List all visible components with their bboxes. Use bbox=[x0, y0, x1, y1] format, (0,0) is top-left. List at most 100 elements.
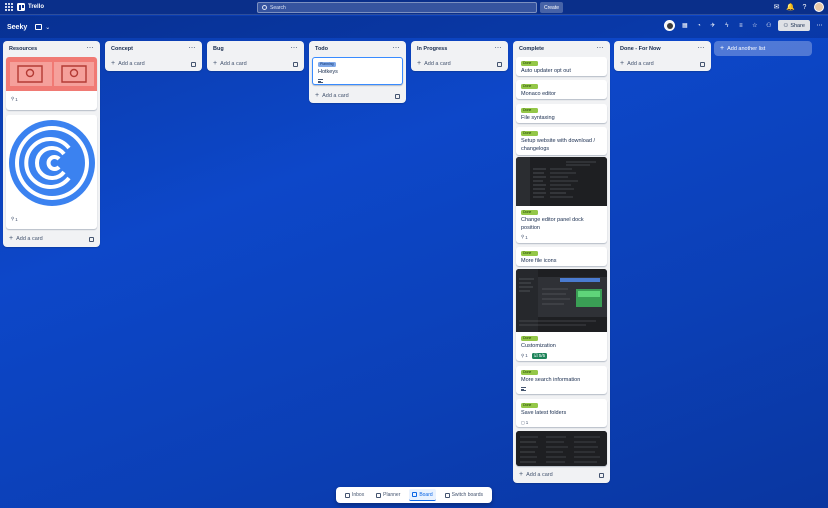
add-card-button[interactable]: + Add a card bbox=[213, 60, 247, 67]
board-button[interactable]: Board bbox=[409, 489, 436, 501]
add-card-label: Add a card bbox=[526, 472, 553, 478]
add-card-button[interactable]: + Add a card bbox=[620, 60, 654, 67]
checklist-badge: ☑ 5/5 bbox=[531, 352, 548, 359]
attachment-badge: ⚲ 1 bbox=[11, 96, 18, 102]
card-label: Done bbox=[521, 131, 538, 136]
search-input[interactable]: Search bbox=[257, 2, 537, 13]
list-menu-icon[interactable]: ⋯ bbox=[698, 45, 706, 52]
add-card-row: + Add a card bbox=[3, 232, 100, 246]
card[interactable] bbox=[516, 431, 607, 466]
card-template-icon[interactable] bbox=[191, 61, 196, 67]
search-placeholder: Search bbox=[270, 4, 286, 11]
switch-boards-button[interactable]: Switch boards bbox=[442, 489, 486, 501]
filter-icon[interactable]: ≡ bbox=[736, 21, 745, 30]
create-button[interactable]: Create bbox=[540, 2, 563, 13]
card-template-icon[interactable] bbox=[497, 61, 502, 67]
share-button[interactable]: ⚇ Share bbox=[778, 20, 810, 31]
board-label: Board bbox=[419, 491, 433, 498]
planner-label: Planner bbox=[383, 492, 401, 498]
add-card-button[interactable]: + Add a card bbox=[315, 92, 349, 99]
bell-icon[interactable]: ◔ bbox=[694, 21, 703, 30]
inbox-label: Inbox bbox=[351, 492, 365, 498]
user-avatar[interactable] bbox=[814, 2, 824, 12]
card-cover-image bbox=[6, 115, 97, 211]
add-card-button[interactable]: + Add a card bbox=[417, 60, 451, 67]
add-another-list-button[interactable]: + Add another list bbox=[714, 41, 812, 56]
feedback-icon[interactable]: ✉ bbox=[772, 3, 781, 12]
card-title: Monaco editor bbox=[521, 91, 556, 97]
help-icon[interactable]: ? bbox=[800, 3, 809, 12]
add-card-button[interactable]: + Add a card bbox=[519, 471, 553, 478]
list-title[interactable]: Concept bbox=[111, 46, 133, 52]
list-title[interactable]: Complete bbox=[519, 46, 544, 52]
plus-icon: + bbox=[417, 60, 422, 67]
calendar-icon[interactable]: ▦ bbox=[680, 21, 689, 30]
board-title[interactable]: Seeky bbox=[7, 24, 27, 31]
board-view-icon bbox=[35, 24, 43, 30]
attachment-count: 1 bbox=[525, 353, 528, 358]
card[interactable]: Done More search information bbox=[516, 366, 607, 394]
calendar-icon bbox=[376, 492, 382, 498]
more-options-icon[interactable]: ⋯ bbox=[815, 21, 824, 30]
workspace-visibility-icon[interactable]: ⚇ bbox=[764, 21, 773, 30]
list-menu-icon[interactable]: ⋯ bbox=[597, 45, 605, 52]
list-title[interactable]: Done - For Now bbox=[620, 46, 661, 52]
add-card-button[interactable]: + Add a card bbox=[9, 235, 43, 242]
attachment-badge: ⚲ 1 bbox=[521, 353, 528, 359]
trello-logo[interactable]: Trello bbox=[17, 3, 44, 11]
card-label: Done bbox=[521, 210, 538, 215]
plus-icon: + bbox=[315, 92, 320, 99]
card-label: Done bbox=[521, 84, 538, 89]
power-ups-icon[interactable]: ✈ bbox=[708, 21, 717, 30]
attachment-count: 1 bbox=[15, 96, 18, 102]
list-menu-icon[interactable]: ⋯ bbox=[291, 45, 299, 52]
planner-button[interactable]: Planner bbox=[373, 489, 403, 501]
card-title: Setup website with download / changelogs bbox=[521, 138, 595, 152]
card-title: File syntaxing bbox=[521, 115, 555, 121]
card-template-icon[interactable] bbox=[700, 61, 705, 67]
card[interactable]: ⚲ 1 bbox=[6, 57, 97, 110]
card-cover-image bbox=[516, 269, 607, 332]
list-menu-icon[interactable]: ⋯ bbox=[189, 45, 197, 52]
list-title[interactable]: Resources bbox=[9, 46, 37, 52]
paperclip-icon: ⚲ bbox=[521, 352, 525, 358]
app-switcher-icon[interactable] bbox=[4, 2, 14, 12]
member-avatar[interactable] bbox=[664, 20, 676, 31]
inbox-button[interactable]: Inbox bbox=[342, 489, 367, 501]
top-navigation-bar: Trello Search Create ✉ 🔔 ? bbox=[0, 0, 828, 15]
paperclip-icon: ⚲ bbox=[11, 216, 15, 221]
card[interactable]: Done Setup website with download / chang… bbox=[516, 127, 607, 155]
app-name: Trello bbox=[28, 4, 45, 10]
add-card-row: + Add a card bbox=[614, 57, 711, 71]
card[interactable]: Done Customization ⚲ 1 ☑ 5/5 bbox=[516, 269, 607, 361]
card[interactable]: Done Change editor panel dock position ⚲… bbox=[516, 157, 607, 243]
card-template-icon[interactable] bbox=[293, 61, 298, 67]
list-title[interactable]: Todo bbox=[315, 46, 328, 52]
card-title: Hotkeys bbox=[318, 69, 338, 75]
card[interactable]: Done File syntaxing bbox=[516, 104, 607, 123]
list-menu-icon[interactable]: ⋯ bbox=[87, 45, 95, 52]
list-title[interactable]: In Progress bbox=[417, 46, 447, 52]
card[interactable]: Done Auto updater opt out bbox=[516, 57, 607, 76]
star-icon[interactable]: ☆ bbox=[750, 21, 759, 30]
card[interactable]: Done Monaco editor bbox=[516, 80, 607, 99]
card[interactable]: ⚲ 1 bbox=[6, 115, 97, 229]
plus-icon: + bbox=[720, 44, 725, 52]
list-menu-icon[interactable]: ⋯ bbox=[495, 45, 503, 52]
switch-boards-label: Switch boards bbox=[451, 492, 483, 498]
add-card-label: Add a card bbox=[118, 61, 145, 67]
card-template-icon[interactable] bbox=[89, 236, 94, 242]
add-card-button[interactable]: + Add a card bbox=[111, 60, 145, 67]
notifications-icon[interactable]: 🔔 bbox=[786, 3, 795, 12]
card-template-icon[interactable] bbox=[395, 93, 400, 99]
board-view-switcher[interactable]: ⌄ bbox=[35, 24, 50, 31]
card[interactable]: Done Save latest folders ◻ 1 bbox=[516, 399, 607, 427]
card[interactable]: Done More file icons bbox=[516, 247, 607, 266]
card-template-icon[interactable] bbox=[599, 472, 604, 478]
card[interactable]: Planning Hotkeys bbox=[312, 57, 403, 85]
list-menu-icon[interactable]: ⋯ bbox=[393, 45, 401, 52]
card-title: More search information bbox=[521, 377, 581, 383]
list-title[interactable]: Bug bbox=[213, 46, 224, 52]
card-label: Done bbox=[521, 108, 538, 113]
automation-icon[interactable]: ϟ bbox=[722, 21, 731, 30]
